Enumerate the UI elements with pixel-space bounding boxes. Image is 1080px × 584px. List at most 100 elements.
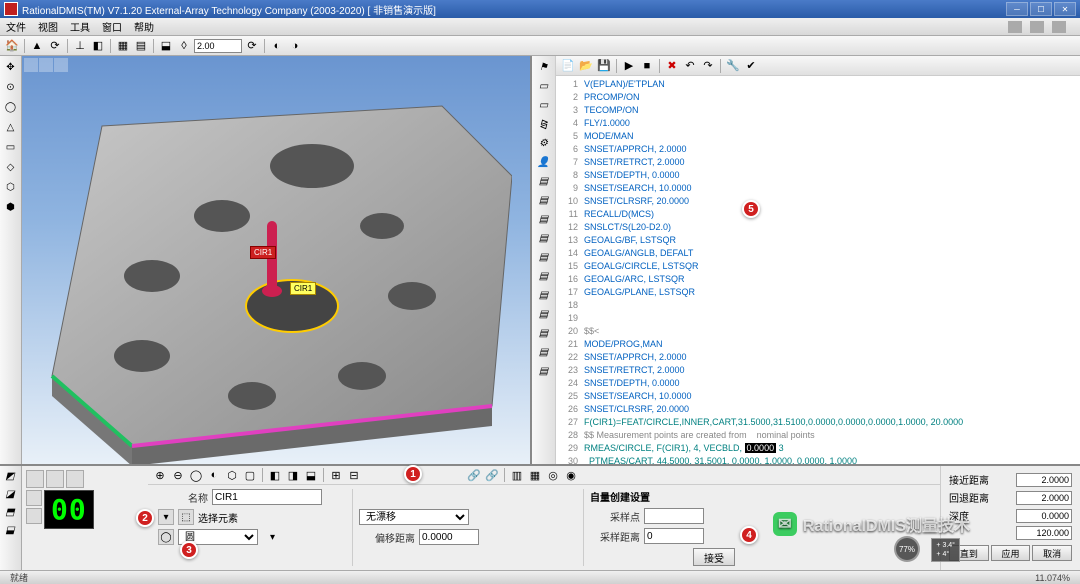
save-icon[interactable]: 💾: [596, 58, 612, 74]
tool-icon[interactable]: ◯: [2, 98, 20, 116]
tab-icon[interactable]: ◪: [2, 486, 18, 502]
tool-icon[interactable]: ⊖: [170, 467, 186, 483]
tool-icon[interactable]: ◉: [563, 467, 579, 483]
stop-icon[interactable]: ■: [639, 58, 655, 74]
page-icon[interactable]: ▤: [536, 192, 552, 208]
tool-icon[interactable]: ⬓: [158, 38, 174, 54]
probe-icon[interactable]: [66, 470, 84, 488]
tab-icon[interactable]: ◩: [2, 468, 18, 484]
tool-icon[interactable]: ⊙: [2, 78, 20, 96]
run-icon[interactable]: ▶: [621, 58, 637, 74]
page-icon[interactable]: ▤: [536, 268, 552, 284]
menu-view[interactable]: 视图: [38, 19, 58, 34]
tool-icon[interactable]: ⬢: [2, 198, 20, 216]
user-icon[interactable]: 👤: [536, 154, 552, 170]
name-input[interactable]: [212, 489, 322, 505]
sample-points-input[interactable]: [644, 508, 704, 524]
tool-icon[interactable]: ⬡: [2, 178, 20, 196]
page-icon[interactable]: ▤: [536, 287, 552, 303]
qat-icon[interactable]: [1030, 21, 1044, 33]
sample-dist-input[interactable]: [644, 528, 704, 544]
type-icon[interactable]: ◯: [158, 529, 174, 545]
tool-icon[interactable]: ◎: [545, 467, 561, 483]
page-icon[interactable]: ▤: [536, 306, 552, 322]
menu-window[interactable]: 窗口: [102, 19, 122, 34]
tool-icon[interactable]: ⊕: [152, 467, 168, 483]
tool-icon[interactable]: ◐: [206, 467, 222, 483]
book-icon[interactable]: ▭: [536, 78, 552, 94]
tool-icon[interactable]: ▦: [115, 38, 131, 54]
tool-icon[interactable]: ▦: [527, 467, 543, 483]
qat-icon[interactable]: [1008, 21, 1022, 33]
page-icon[interactable]: ▤: [536, 363, 552, 379]
tool-icon[interactable]: ◇: [2, 158, 20, 176]
flag-icon[interactable]: ⚑: [536, 59, 552, 75]
undo-icon[interactable]: ↶: [682, 58, 698, 74]
tool-icon[interactable]: ◑: [287, 38, 303, 54]
tool-icon[interactable]: ✥: [2, 58, 20, 76]
menu-tools[interactable]: 工具: [70, 19, 90, 34]
gear-icon[interactable]: ⚙: [536, 135, 552, 151]
pick-icon[interactable]: ⬚: [178, 509, 194, 525]
tab-icon[interactable]: ⬓: [2, 522, 18, 538]
feature-label-red[interactable]: CIR1: [250, 246, 276, 259]
book-icon[interactable]: ▭: [536, 97, 552, 113]
retract-input[interactable]: [1016, 491, 1072, 505]
tool-icon[interactable]: ◯: [188, 467, 204, 483]
code-editor[interactable]: 1V(EPLAN)/E'TPLAN 2PRCOMP/ON 3TECOMP/ON …: [556, 76, 1080, 464]
tool-icon[interactable]: 🔧: [725, 58, 741, 74]
tool-icon[interactable]: 🔗: [484, 467, 500, 483]
maximize-button[interactable]: ☐: [1030, 2, 1052, 16]
tool-icon[interactable]: ◨: [285, 467, 301, 483]
cube-icon[interactable]: ◧: [90, 38, 106, 54]
tool-icon[interactable]: ⊞: [328, 467, 344, 483]
tool-icon[interactable]: ◧: [267, 467, 283, 483]
refresh-icon[interactable]: ⟳: [244, 38, 260, 54]
viewport-3d[interactable]: CIR1 CIR1: [22, 56, 532, 464]
tool-icon[interactable]: ⬓: [303, 467, 319, 483]
close-button[interactable]: ✕: [1054, 2, 1076, 16]
page-icon[interactable]: ▤: [536, 344, 552, 360]
tool-icon[interactable]: △: [2, 118, 20, 136]
tool-icon[interactable]: ▤: [133, 38, 149, 54]
tool-icon[interactable]: 🔗: [466, 467, 482, 483]
page-icon[interactable]: ▤: [536, 230, 552, 246]
feature-label-yellow[interactable]: CIR1: [290, 282, 316, 295]
bolt-icon[interactable]: ⧎: [536, 116, 552, 132]
viewport-tool-icon[interactable]: [24, 58, 38, 72]
check-icon[interactable]: ✔: [743, 58, 759, 74]
menu-file[interactable]: 文件: [6, 19, 26, 34]
page-icon[interactable]: ▤: [536, 173, 552, 189]
tool-icon[interactable]: ▢: [242, 467, 258, 483]
page-icon[interactable]: ▤: [536, 325, 552, 341]
menu-help[interactable]: 帮助: [134, 19, 154, 34]
tool-icon[interactable]: ▥: [509, 467, 525, 483]
tool-icon[interactable]: ⬡: [224, 467, 240, 483]
tool-icon[interactable]: ◊: [176, 38, 192, 54]
offset-dist-input[interactable]: [419, 529, 479, 545]
pointer-icon[interactable]: ▲: [29, 38, 45, 54]
tab-icon[interactable]: ⬒: [2, 504, 18, 520]
page-icon[interactable]: ▤: [536, 211, 552, 227]
offset-mode-select[interactable]: 无漂移: [359, 509, 469, 525]
select-element-icon[interactable]: ▾: [158, 509, 174, 525]
axis-icon[interactable]: ⊥: [72, 38, 88, 54]
tool-icon[interactable]: ◐: [269, 38, 285, 54]
tool-icon[interactable]: ▭: [2, 138, 20, 156]
tool-icon[interactable]: ⊟: [346, 467, 362, 483]
redo-icon[interactable]: ↷: [700, 58, 716, 74]
new-icon[interactable]: 📄: [560, 58, 576, 74]
home-icon[interactable]: 🏠: [4, 38, 20, 54]
page-icon[interactable]: ▤: [536, 249, 552, 265]
probe-icon[interactable]: [26, 470, 44, 488]
dro-mode-icon[interactable]: [26, 508, 42, 524]
approach-input[interactable]: [1016, 473, 1072, 487]
cancel-button[interactable]: 取消: [1032, 545, 1072, 561]
minimize-button[interactable]: ─: [1006, 2, 1028, 16]
extra-input[interactable]: [1016, 526, 1072, 540]
qat-icon[interactable]: [1052, 21, 1066, 33]
accept-button[interactable]: 接受: [693, 548, 735, 566]
dro-mode-icon[interactable]: [26, 490, 42, 506]
viewport-tool-icon[interactable]: [54, 58, 68, 72]
toolbar-value-input[interactable]: [194, 39, 242, 53]
